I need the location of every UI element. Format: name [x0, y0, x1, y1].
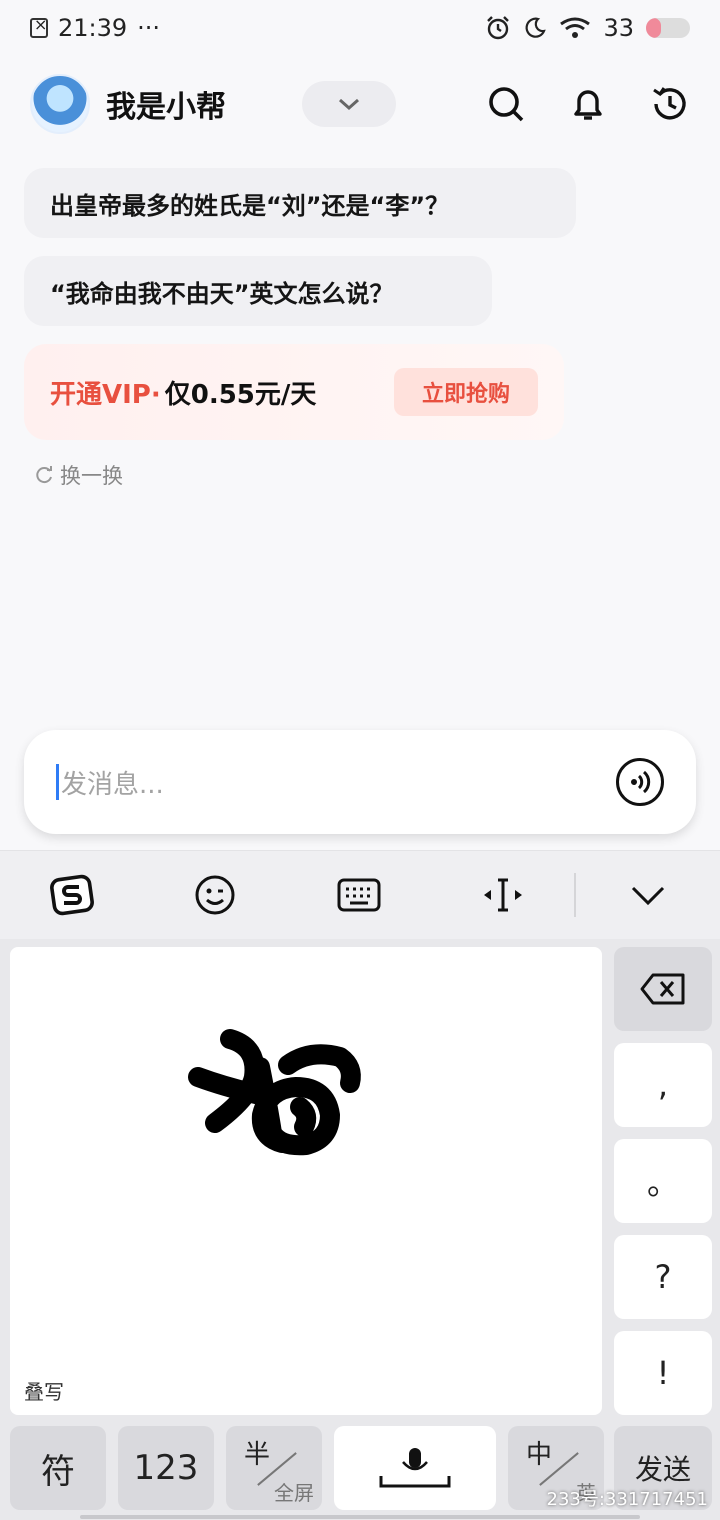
suggestion-text: “我命由我不由天”英文怎么说？ [50, 279, 394, 308]
header: 我是小帮 [0, 64, 720, 144]
emoji-icon [195, 875, 235, 915]
period-key[interactable]: 。 [614, 1139, 712, 1223]
half-fullscreen-label: 半 全屏 [244, 1438, 314, 1505]
fullscreen-label: 全屏 [274, 1481, 314, 1505]
handwriting-mode-label[interactable]: 叠写 [24, 1376, 64, 1405]
text-cursor-icon [483, 878, 522, 912]
refresh-suggestions-button[interactable]: 换一换 [34, 460, 123, 490]
vip-tag: 开通VIP· [50, 379, 161, 410]
vip-promo-card[interactable]: 开通VIP· 仅0.55元/天 立即抢购 [24, 344, 564, 440]
half-label: 半 [244, 1440, 271, 1470]
battery-text: 33 [603, 14, 634, 42]
keyboard-layout-button[interactable] [287, 851, 431, 939]
space-voice-key[interactable] [334, 1426, 496, 1510]
symbols-key[interactable]: 符 [10, 1426, 106, 1510]
refresh-label: 换一换 [60, 464, 123, 488]
notification-icon [30, 15, 48, 38]
suggestion-text: 出皇帝最多的姓氏是“刘”还是“李”？ [50, 191, 450, 220]
battery-icon [646, 18, 690, 38]
voice-wave-icon [631, 770, 651, 794]
bell-icon[interactable] [568, 84, 608, 124]
wifi-icon [560, 17, 591, 38]
keyboard-icon [337, 878, 381, 912]
cursor-move-button[interactable] [431, 851, 575, 939]
search-icon[interactable] [486, 84, 526, 124]
message-input-box[interactable]: 发消息... [24, 730, 696, 834]
assistant-name: 我是小帮 [106, 90, 226, 125]
backspace-key[interactable] [614, 947, 712, 1031]
chevron-down-icon [339, 98, 359, 111]
message-input[interactable]: 发消息... [61, 764, 164, 801]
ime-keyboard: 叠写 , 。 ? ! 符 123 半 全屏 中 英 发送 233号:331717… [0, 850, 720, 1520]
watermark: 233号:331717451 [546, 1489, 709, 1510]
refresh-icon [36, 466, 52, 484]
keyboard-toolbar [0, 851, 720, 939]
status-right: 33 [485, 14, 690, 42]
numbers-key[interactable]: 123 [118, 1426, 214, 1510]
keyboard-body: 叠写 , 。 ? ! 符 123 半 全屏 中 英 发送 233号:331717… [0, 939, 720, 1520]
handwriting-stroke [188, 1029, 361, 1156]
status-more: ··· [137, 14, 161, 42]
exclamation-key[interactable]: ! [614, 1331, 712, 1415]
moon-icon [526, 17, 547, 38]
header-actions [486, 84, 690, 124]
microphone-icon [379, 1448, 451, 1488]
alarm-icon [487, 16, 510, 40]
sogou-logo-button[interactable] [0, 851, 144, 939]
hide-keyboard-button[interactable] [576, 851, 720, 939]
voice-input-button[interactable] [616, 758, 664, 806]
sogou-logo-icon [49, 874, 94, 916]
history-icon[interactable] [650, 84, 690, 124]
text-caret [56, 764, 59, 800]
app-screen: 21:39 ··· 33 我是小帮 出皇帝最多的姓氏是“刘”还是“李”？ “ [0, 0, 720, 1520]
backspace-icon [640, 973, 685, 1005]
gesture-bar [80, 1515, 640, 1519]
status-bar: 21:39 ··· 33 [0, 0, 720, 56]
chevron-down-icon [632, 886, 665, 906]
vip-price: 仅0.55元/天 [164, 379, 317, 410]
handwriting-pad[interactable]: 叠写 [10, 947, 602, 1415]
assistant-switch-dropdown[interactable] [302, 81, 396, 127]
comma-key[interactable]: , [614, 1043, 712, 1127]
battery-fill [646, 18, 661, 38]
status-time: 21:39 [58, 14, 128, 42]
chinese-label: 中 [526, 1440, 553, 1470]
suggestion-chip[interactable]: “我命由我不由天”英文怎么说？ [24, 256, 492, 326]
status-left: 21:39 ··· [30, 14, 160, 42]
assistant-avatar[interactable] [30, 74, 90, 134]
buy-now-button[interactable]: 立即抢购 [394, 368, 538, 416]
question-mark-key[interactable]: ? [614, 1235, 712, 1319]
half-fullscreen-key[interactable]: 半 全屏 [226, 1426, 322, 1510]
emoji-button[interactable] [144, 851, 288, 939]
suggestion-chip[interactable]: 出皇帝最多的姓氏是“刘”还是“李”？ [24, 168, 576, 238]
